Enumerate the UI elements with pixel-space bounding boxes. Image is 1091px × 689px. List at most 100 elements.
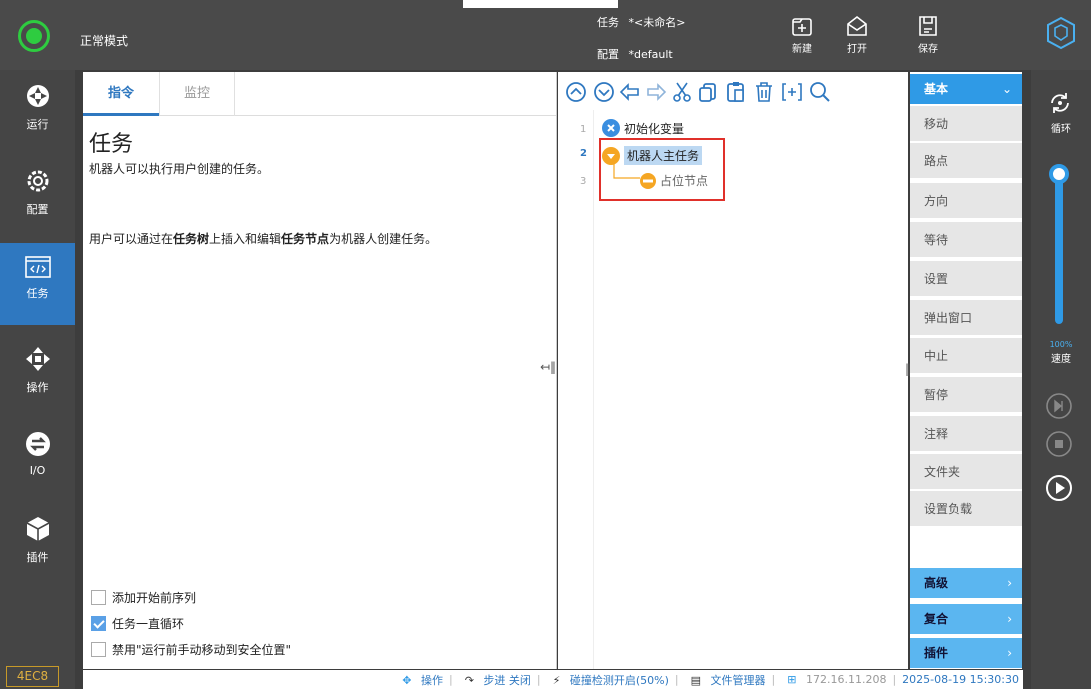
checkbox-box[interactable] — [91, 642, 106, 657]
cmd-direction[interactable]: 方向 — [910, 183, 1022, 219]
cmd-set-payload[interactable]: 设置负载 — [910, 491, 1022, 527]
line-number-active: 2 — [580, 148, 587, 159]
status-collision[interactable]: ⚡ 碰撞检测开启(50%) — [547, 672, 669, 688]
checkbox-disable-safe-move[interactable]: 禁用"运行前手动移动到安全位置" — [91, 641, 291, 658]
open-envelope-icon — [847, 15, 867, 36]
config-info: 配置 *default — [597, 46, 673, 62]
task-info-panel: 指令 监控 任务 机器人可以执行用户创建的任务。 用户可以通过在任务树上插入和编… — [83, 72, 557, 669]
robot-status-indicator[interactable] — [18, 20, 50, 52]
task-name: *<未命名> — [628, 16, 686, 29]
cmd-move[interactable]: 移动 — [910, 106, 1022, 142]
cmd-folder[interactable]: 文件夹 — [910, 454, 1022, 490]
undo-icon[interactable] — [618, 80, 642, 104]
collapse-left-handle[interactable]: ↤‖ — [540, 360, 556, 374]
version-badge: 4EC8 — [6, 666, 59, 687]
desc-term-task-tree: 任务树 — [173, 232, 210, 246]
checkbox-loop-forever[interactable]: 任务一直循环 — [91, 615, 184, 632]
loop-label: 循环 — [1051, 124, 1071, 135]
command-group-advanced[interactable]: 高级 › — [910, 568, 1022, 598]
command-palette: 基本 ⌄ 移动 路点 方向 等待 设置 弹出窗口 中止 暂停 注释 文件夹 设置… — [910, 72, 1022, 669]
node-label: 初始化变量 — [624, 121, 685, 136]
play-icon[interactable] — [1045, 474, 1073, 502]
move-down-icon[interactable] — [592, 80, 616, 104]
tab-instructions[interactable]: 指令 — [83, 72, 159, 116]
network-icon: ⊞ — [787, 673, 797, 686]
status-operate[interactable]: ✥ 操作 — [396, 672, 443, 688]
nav-config[interactable]: 配置 — [0, 155, 75, 237]
group-label: 高级 — [924, 576, 949, 590]
cmd-wait[interactable]: 等待 — [910, 222, 1022, 258]
collision-icon: ⚡ — [552, 673, 561, 687]
search-icon[interactable] — [808, 80, 832, 104]
group-label: 基本 — [924, 82, 949, 96]
status-files[interactable]: ▤ 文件管理器 — [685, 672, 766, 688]
cmd-comment[interactable]: 注释 — [910, 416, 1022, 452]
io-exchange-icon — [25, 432, 50, 456]
delete-icon[interactable] — [752, 80, 776, 104]
nav-plugin[interactable]: 插件 — [0, 503, 75, 585]
cut-icon[interactable] — [670, 80, 694, 104]
config-label: 配置 — [597, 48, 619, 61]
panel-tabs: 指令 监控 — [83, 72, 556, 116]
checkbox-box[interactable] — [91, 590, 106, 605]
status-ip: 172.16.11.208 — [805, 673, 887, 686]
suppress-icon[interactable] — [780, 80, 804, 104]
panel-desc-2: 用户可以通过在任务树上插入和编辑任务节点为机器人创建任务。 — [89, 230, 437, 247]
selection-highlight-box — [599, 138, 725, 201]
checkbox-label: 禁用"运行前手动移动到安全位置" — [112, 643, 292, 657]
desc-term-task-node: 任务节点 — [281, 232, 330, 246]
line-number: 1 — [580, 124, 587, 135]
move-up-icon[interactable] — [564, 80, 588, 104]
nav-io[interactable]: I/O — [0, 418, 75, 500]
tab-monitor[interactable]: 监控 — [159, 72, 235, 116]
stop-icon[interactable] — [1045, 430, 1073, 458]
nav-operate[interactable]: 操作 — [0, 333, 75, 415]
cmd-waypoint[interactable]: 路点 — [910, 143, 1022, 179]
open-button[interactable]: 打开 — [837, 10, 877, 64]
paste-icon[interactable] — [724, 80, 748, 104]
cmd-popup[interactable]: 弹出窗口 — [910, 300, 1022, 336]
new-button[interactable]: 新建 — [782, 10, 822, 64]
command-group-basic[interactable]: 基本 ⌄ — [910, 74, 1022, 104]
top-bar: 正常模式 任务 *<未命名> 配置 *default 新建 打开 保存 — [0, 0, 1091, 70]
status-step[interactable]: ↷ 步进 关闭 — [459, 672, 531, 688]
file-manager-icon: ▤ — [690, 673, 702, 687]
loop-icon[interactable] — [1047, 90, 1073, 116]
cmd-set[interactable]: 设置 — [910, 261, 1022, 297]
speed-slider-handle[interactable] — [1049, 164, 1069, 184]
step-play-icon[interactable] — [1045, 392, 1073, 420]
cmd-pause[interactable]: 暂停 — [910, 377, 1022, 413]
save-button[interactable]: 保存 — [908, 10, 948, 64]
status-operate-label: 操作 — [420, 673, 443, 687]
nav-run[interactable]: 运行 — [0, 70, 75, 152]
right-control-bar: 循环 100% 速度 — [1031, 70, 1091, 689]
copy-icon[interactable] — [696, 80, 720, 104]
status-step-label: 步进 关闭 — [483, 673, 531, 687]
cmd-halt[interactable]: 中止 — [910, 338, 1022, 374]
chevron-right-icon: › — [1007, 612, 1012, 626]
mode-label: 正常模式 — [80, 34, 129, 48]
nav-task[interactable]: 任务 — [0, 243, 75, 325]
separator: | — [674, 673, 679, 686]
step-icon: ↷ — [464, 673, 474, 687]
panel-title: 任务 — [89, 132, 134, 157]
window-notch — [463, 0, 618, 8]
chevron-down-icon: ⌄ — [1001, 82, 1012, 96]
checkbox-box-checked[interactable] — [91, 616, 106, 631]
separator: | — [771, 673, 776, 686]
command-group-plugin[interactable]: 插件 › — [910, 638, 1022, 668]
group-label: 复合 — [924, 612, 949, 626]
command-group-composite[interactable]: 复合 › — [910, 604, 1022, 634]
desc-text: 上插入和编辑 — [209, 232, 282, 246]
brand-logo-icon — [1047, 16, 1075, 50]
speed-slider-track[interactable] — [1055, 170, 1063, 324]
left-nav: 运行 配置 任务 操作 I/O 插件 — [0, 70, 75, 689]
checkbox-label: 任务一直循环 — [112, 617, 185, 631]
panel-desc-1: 机器人可以执行用户创建的任务。 — [89, 162, 270, 176]
redo-icon[interactable] — [644, 80, 668, 104]
tree-node-init-variables[interactable]: 初始化变量 — [602, 119, 684, 137]
checkbox-pre-sequence[interactable]: 添加开始前序列 — [91, 589, 196, 606]
config-gear-icon — [27, 170, 48, 192]
desc-text: 为机器人创建任务。 — [329, 232, 438, 246]
plugin-cube-icon — [26, 517, 49, 541]
